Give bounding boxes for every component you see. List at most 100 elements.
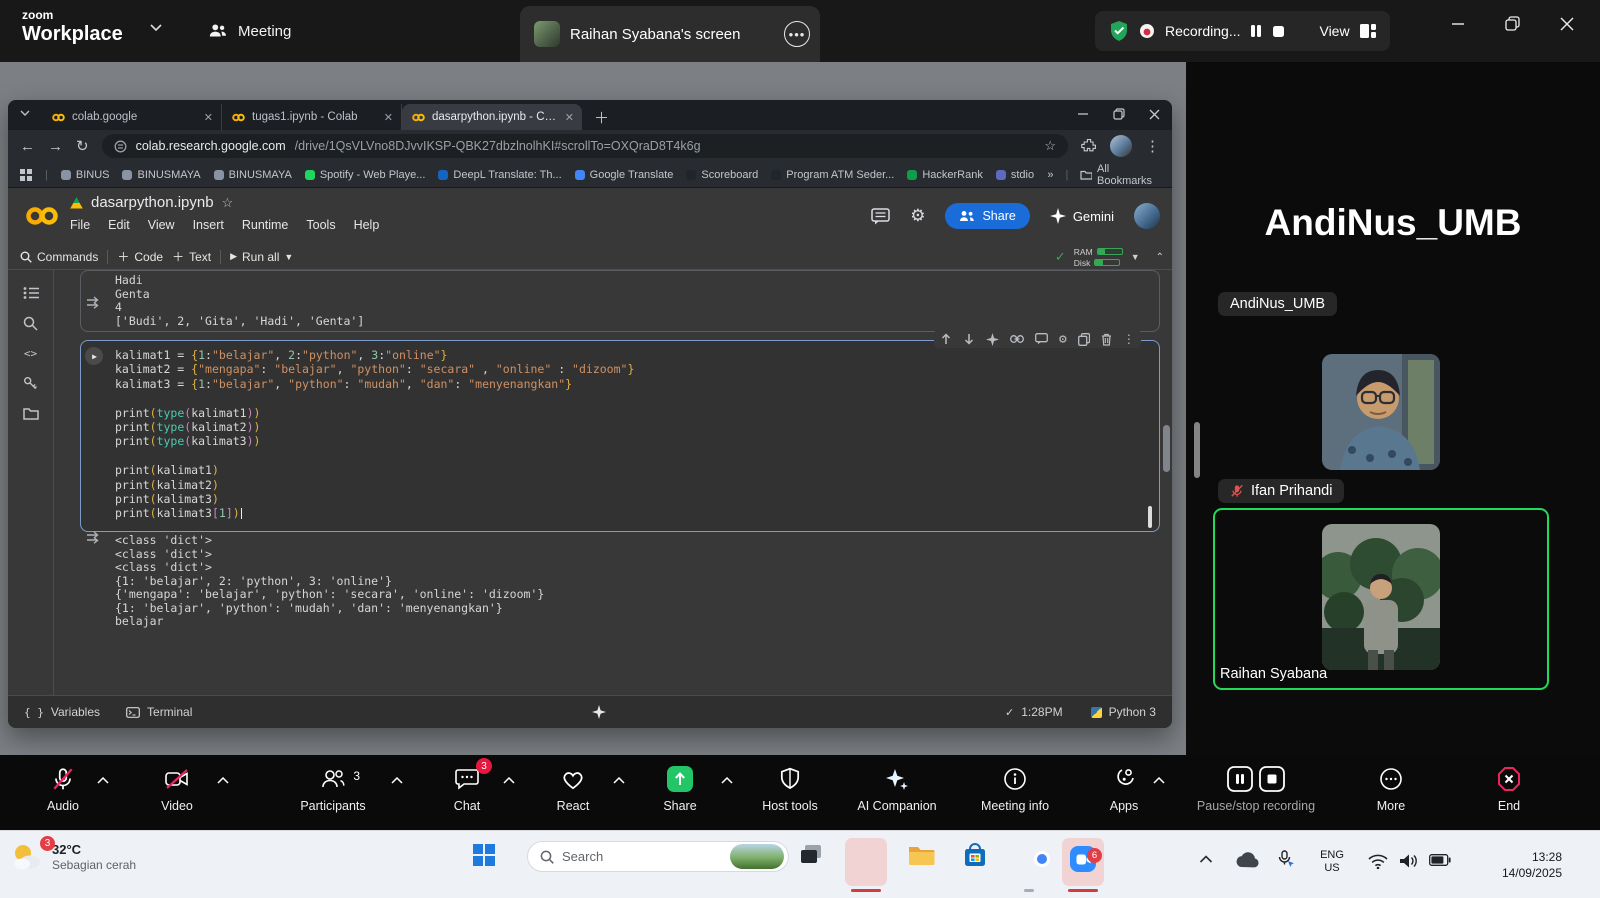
- colab-share-button[interactable]: Share: [945, 203, 1029, 229]
- new-tab-icon[interactable]: ＋: [594, 104, 609, 130]
- gemini-cell-icon[interactable]: [986, 333, 999, 346]
- comments-icon[interactable]: [871, 208, 890, 225]
- taskbar-search-input[interactable]: Search: [527, 841, 789, 872]
- menu-file[interactable]: File: [70, 218, 90, 232]
- move-cell-down-icon[interactable]: [963, 333, 975, 345]
- language-indicator[interactable]: ENG US: [1320, 849, 1344, 875]
- browser-tab-3-active[interactable]: dasarpython.ipynb - Colab ✕: [402, 104, 582, 130]
- back-icon[interactable]: ←: [20, 138, 35, 155]
- tab-close-icon[interactable]: ✕: [384, 111, 393, 124]
- gemini-spark-icon[interactable]: [592, 705, 606, 719]
- pause-recording-icon[interactable]: [1226, 765, 1254, 793]
- video-options-chevron-icon[interactable]: [217, 777, 229, 784]
- weather-widget[interactable]: 3 32°C Sebagian cerah: [10, 840, 136, 874]
- bookmark-item-9[interactable]: stdio.h « C / ANSI-C: [996, 169, 1035, 181]
- cell-more-options-icon[interactable]: ⋮: [1123, 332, 1135, 346]
- menu-view[interactable]: View: [148, 218, 175, 232]
- restore-icon[interactable]: [1113, 108, 1125, 120]
- menu-tools[interactable]: Tools: [306, 218, 335, 232]
- link-cell-icon[interactable]: [1010, 335, 1024, 343]
- start-button[interactable]: [472, 843, 496, 867]
- terminal-button[interactable]: Terminal: [126, 705, 192, 719]
- run-cell-button[interactable]: ▶: [85, 347, 103, 365]
- security-shield-icon[interactable]: [1109, 20, 1129, 42]
- bookmark-item-6[interactable]: Scoreboard: [686, 169, 758, 181]
- tab-meeting[interactable]: Meeting: [208, 0, 291, 62]
- tab-close-icon[interactable]: ✕: [565, 111, 574, 124]
- tab-close-icon[interactable]: ✕: [204, 111, 213, 124]
- panel-scrollbar-thumb[interactable]: [1194, 422, 1200, 478]
- task-view-button[interactable]: [799, 843, 823, 867]
- menu-help[interactable]: Help: [354, 218, 380, 232]
- menu-insert[interactable]: Insert: [193, 218, 224, 232]
- search-highlight-image[interactable]: [730, 844, 784, 869]
- move-cell-up-icon[interactable]: [940, 333, 952, 345]
- bookmarks-overflow-icon[interactable]: »: [1047, 169, 1053, 181]
- view-layout-icon[interactable]: [1360, 24, 1376, 38]
- colab-profile-avatar[interactable]: [1134, 203, 1160, 229]
- secrets-key-icon[interactable]: [23, 376, 38, 391]
- forward-icon[interactable]: →: [48, 138, 63, 155]
- comment-cell-icon[interactable]: [1035, 333, 1048, 345]
- collapse-chevron-icon[interactable]: ⌃: [1156, 252, 1164, 263]
- reload-icon[interactable]: ↻: [76, 137, 89, 155]
- apps-grid-icon[interactable]: [20, 169, 32, 181]
- bookmark-item-5[interactable]: Google Translate: [575, 169, 674, 181]
- close-icon[interactable]: [1149, 109, 1160, 120]
- zoom-app-button[interactable]: 6: [1070, 846, 1096, 872]
- find-replace-icon[interactable]: [23, 316, 38, 331]
- workspace-chevron-icon[interactable]: [150, 24, 162, 32]
- copy-cell-icon[interactable]: [1078, 333, 1090, 346]
- add-code-button[interactable]: ＋Code: [117, 248, 163, 265]
- extensions-icon[interactable]: [1081, 138, 1097, 154]
- view-label[interactable]: View: [1319, 23, 1349, 39]
- notebook-filename[interactable]: dasarpython.ipynb: [91, 194, 214, 211]
- end-meeting-button[interactable]: End: [1434, 764, 1584, 813]
- kernel-indicator[interactable]: Python 3: [1091, 705, 1156, 719]
- menu-runtime[interactable]: Runtime: [242, 218, 289, 232]
- tray-expand-chevron-icon[interactable]: [1200, 855, 1213, 863]
- site-info-icon[interactable]: [114, 140, 127, 153]
- bookmark-item-0[interactable]: BINUS: [61, 169, 110, 181]
- restore-icon[interactable]: [1505, 16, 1520, 31]
- participant-2-video[interactable]: [1322, 354, 1440, 470]
- settings-gear-icon[interactable]: ⚙: [910, 206, 925, 226]
- bookmark-item-1[interactable]: BINUSMAYA: [122, 169, 200, 181]
- bookmark-item-4[interactable]: DeepL Translate: Th...: [438, 169, 561, 181]
- bookmark-item-7[interactable]: Program ATM Seder...: [771, 169, 894, 181]
- stop-recording-icon[interactable]: [1258, 765, 1286, 793]
- participants-button[interactable]: 3 Participants: [258, 764, 408, 813]
- video-button[interactable]: Video: [102, 764, 252, 813]
- tab-shared-screen[interactable]: Raihan Syabana's screen •••: [520, 6, 820, 62]
- commands-button[interactable]: Commands: [20, 250, 98, 264]
- variables-button[interactable]: { }Variables: [24, 705, 100, 719]
- pause-recording-icon[interactable]: [1250, 24, 1262, 38]
- tab-search-chevron-icon[interactable]: [20, 110, 30, 117]
- code-editor[interactable]: kalimat1 = {1:"belajar", 2:"python", 3:"…: [115, 348, 634, 521]
- files-folder-icon[interactable]: [23, 407, 39, 420]
- microsoft-store-button[interactable]: [962, 843, 988, 869]
- star-notebook-icon[interactable]: ☆: [222, 195, 234, 211]
- cell-settings-gear-icon[interactable]: ⚙: [1059, 333, 1067, 346]
- browser-tab-1[interactable]: colab.google ✕: [42, 104, 222, 130]
- delete-cell-icon[interactable]: [1101, 333, 1112, 346]
- cell-scrollbar-thumb[interactable]: [1148, 506, 1152, 528]
- bookmark-item-8[interactable]: HackerRank: [907, 169, 983, 181]
- browser-menu-icon[interactable]: ⋮: [1145, 137, 1160, 155]
- stop-recording-icon[interactable]: [1272, 25, 1285, 38]
- bookmark-item-2[interactable]: BINUSMAYA: [214, 169, 292, 181]
- onedrive-cloud-icon[interactable]: [1235, 851, 1259, 868]
- bookmark-item-3[interactable]: Spotify - Web Playe...: [305, 169, 426, 181]
- apps-options-chevron-icon[interactable]: [1153, 777, 1165, 784]
- file-explorer-button[interactable]: [907, 843, 935, 867]
- table-of-contents-icon[interactable]: [23, 286, 39, 300]
- participant-3-video[interactable]: [1322, 524, 1440, 670]
- run-all-button[interactable]: ▶Run all▼: [230, 250, 293, 264]
- bookmark-star-icon[interactable]: ☆: [1044, 138, 1056, 154]
- voice-access-icon[interactable]: [1276, 850, 1296, 870]
- all-bookmarks-button[interactable]: All Bookmarks: [1080, 163, 1160, 187]
- resources-widget[interactable]: ✓ RAM Disk ▼ ⌃: [1055, 244, 1164, 270]
- close-icon[interactable]: [1560, 17, 1574, 31]
- chevron-down-icon[interactable]: ▼: [1131, 252, 1140, 262]
- pause-stop-recording-button[interactable]: Pause/stop recording: [1181, 764, 1331, 813]
